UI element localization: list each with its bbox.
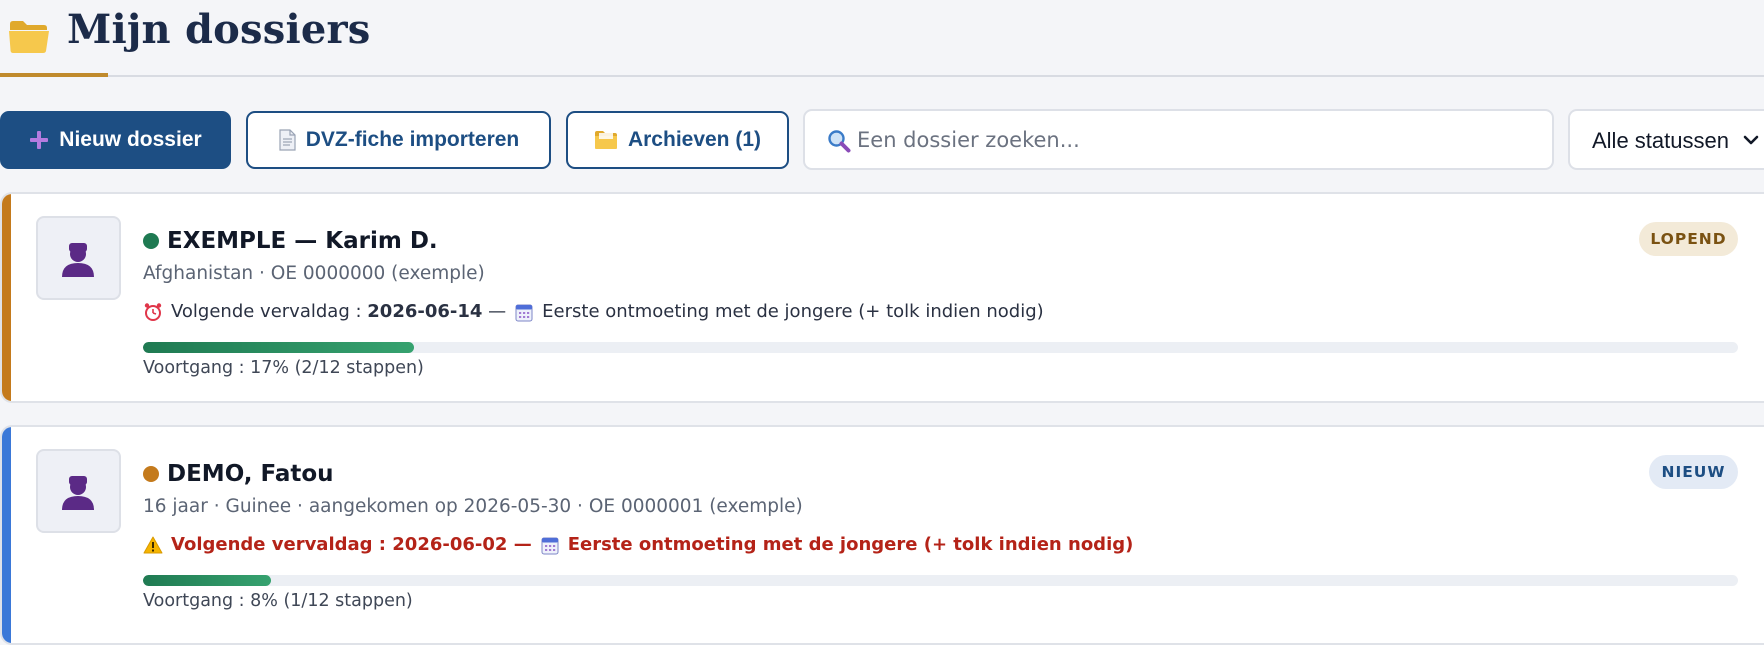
status-badge: LOPEND <box>1639 222 1738 256</box>
archive-button[interactable]: Archieven (1) <box>566 111 789 169</box>
alarm-clock-icon <box>144 302 162 321</box>
progress-fill <box>143 575 271 586</box>
header-divider <box>0 75 1764 77</box>
deadline-separator: — <box>513 534 532 555</box>
dossier-card[interactable]: DEMO, Fatou 16 jaar · Guinee · aangekome… <box>0 425 1764 645</box>
status-dot <box>143 466 159 482</box>
progress-bar <box>143 575 1738 586</box>
status-filter-select[interactable]: Alle statussen <box>1568 109 1764 170</box>
warning-icon <box>143 536 163 553</box>
page: Mijn dossiers Nieuw dossier DVZ-fiche im… <box>0 0 1764 645</box>
search-icon <box>828 130 851 153</box>
import-dvz-label: DVZ-fiche importeren <box>305 128 520 151</box>
dossier-meta: 16 jaar · Guinee · aangekomen op 2026-05… <box>143 496 803 517</box>
dossier-title-row: EXEMPLE — Karim D. <box>143 224 438 258</box>
dossier-card[interactable]: EXEMPLE — Karim D. Afghanistan · OE 0000… <box>0 192 1764 403</box>
deadline-prefix: Volgende vervaldag : <box>171 301 362 322</box>
calendar-icon <box>541 537 559 554</box>
progress-text: Voortgang : 8% (1/12 stappen) <box>143 591 413 611</box>
status-stripe <box>2 194 11 401</box>
search-input[interactable] <box>857 125 1537 155</box>
deadline-prefix: Volgende vervaldag : <box>171 534 386 555</box>
deadline-task: Eerste ontmoeting met de jongere (+ tolk… <box>567 534 1134 555</box>
status-stripe <box>2 427 11 643</box>
next-deadline: Volgende vervaldag : 2026-06-14 — Eerste… <box>143 301 1044 322</box>
chevron-down-icon <box>1743 135 1759 145</box>
new-dossier-label: Nieuw dossier <box>59 128 202 151</box>
avatar <box>36 449 121 533</box>
progress-fill <box>143 342 415 353</box>
folder-icon <box>9 21 49 53</box>
archive-folder-icon <box>594 131 617 149</box>
page-header: Mijn dossiers <box>0 0 1764 78</box>
new-dossier-button[interactable]: Nieuw dossier <box>0 111 231 169</box>
search-box[interactable] <box>803 109 1554 170</box>
document-icon <box>279 129 296 151</box>
dossier-meta: Afghanistan · OE 0000000 (exemple) <box>143 263 485 284</box>
dossier-title-row: DEMO, Fatou <box>143 457 334 491</box>
header-accent-bar <box>0 73 108 77</box>
status-badge: NIEUW <box>1649 455 1738 489</box>
import-dvz-button[interactable]: DVZ-fiche importeren <box>246 111 551 169</box>
deadline-task: Eerste ontmoeting met de jongere (+ tolk… <box>542 301 1044 322</box>
deadline-separator: — <box>488 301 507 322</box>
status-dot <box>143 233 159 249</box>
deadline-date: 2026-06-14 <box>367 301 483 322</box>
deadline-date: 2026-06-02 <box>392 534 508 555</box>
progress-bar <box>143 342 1738 353</box>
plus-icon <box>30 131 49 149</box>
dossier-name[interactable]: EXEMPLE — Karim D. <box>167 228 438 254</box>
status-filter-value: Alle statussen <box>1592 128 1729 153</box>
archive-label: Archieven (1) <box>627 128 762 151</box>
page-title: Mijn dossiers <box>67 6 371 53</box>
avatar <box>36 216 121 300</box>
dossier-name[interactable]: DEMO, Fatou <box>167 461 334 487</box>
progress-text: Voortgang : 17% (2/12 stappen) <box>143 358 424 378</box>
next-deadline: Volgende vervaldag : 2026-06-02 — Eerste… <box>143 534 1133 555</box>
person-icon <box>62 243 94 277</box>
calendar-icon <box>515 304 533 321</box>
person-icon <box>62 476 94 510</box>
